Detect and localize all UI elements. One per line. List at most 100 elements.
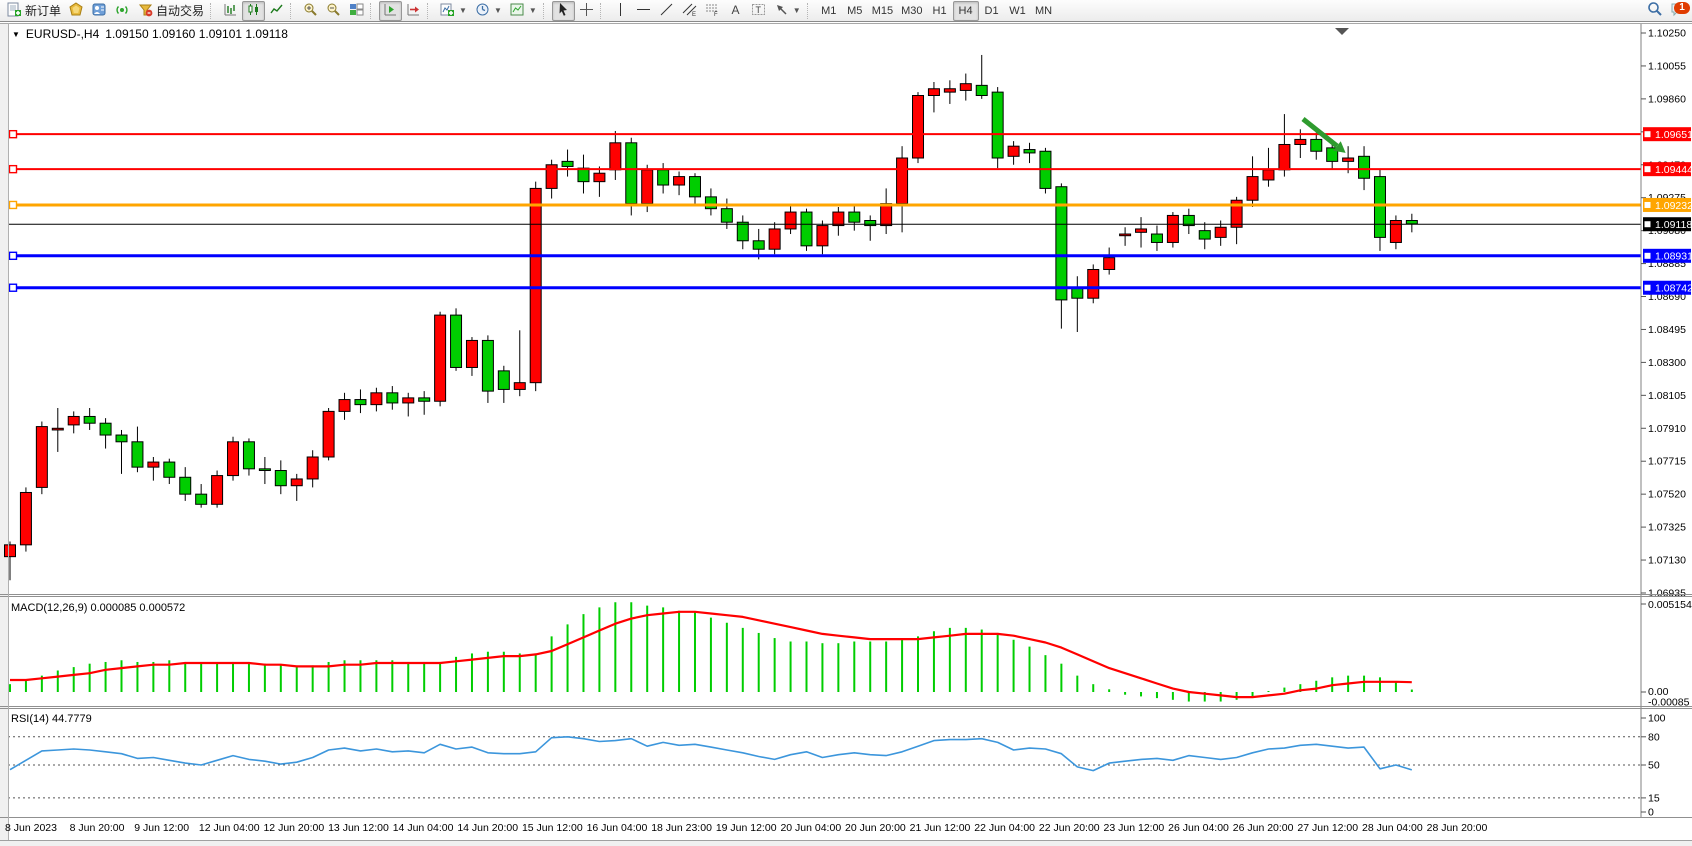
fibonacci-icon: F	[705, 2, 720, 20]
time-axis-label: 23 Jun 12:00	[1104, 822, 1165, 834]
timeframe-button-m1[interactable]: M1	[816, 1, 842, 21]
periods-button[interactable]: ▼	[471, 1, 506, 21]
indicators-icon	[440, 2, 455, 20]
timeframe-button-h4[interactable]: H4	[953, 1, 979, 21]
equidistant-channel-button[interactable]: E	[678, 1, 701, 21]
timeframe-button-d1[interactable]: D1	[979, 1, 1005, 21]
chevron-down-icon: ▼	[529, 6, 537, 15]
chevron-down-icon: ▼	[459, 6, 467, 15]
vertical-line-button[interactable]	[609, 1, 632, 21]
candle-body	[1343, 158, 1354, 161]
time-axis-label: 16 Jun 04:00	[587, 822, 648, 834]
time-axis-label: 26 Jun 04:00	[1168, 822, 1229, 834]
new-order-button[interactable]: 新订单	[3, 1, 65, 21]
zoom-in-icon	[303, 2, 318, 20]
toolbar-separator	[427, 3, 432, 19]
candle-body	[801, 212, 812, 246]
time-axis-label: 22 Jun 04:00	[974, 822, 1035, 834]
candle-body	[243, 442, 254, 469]
signals-button[interactable]	[111, 1, 134, 21]
symbol-dropdown-icon[interactable]: ▼	[12, 30, 20, 39]
auto-scroll-button[interactable]	[379, 1, 402, 21]
candle-body	[212, 476, 223, 505]
indicators-button[interactable]: ▼	[436, 1, 471, 21]
timeframe-toolbar: M1M5M15M30H1H4D1W1MN	[816, 1, 1057, 21]
channel-icon: E	[682, 2, 697, 20]
chart-canvas[interactable]: 1.102501.100551.098601.096651.094701.092…	[0, 23, 1692, 846]
rsi-scale-label: 50	[1648, 760, 1660, 772]
time-axis-label: 14 Jun 04:00	[393, 822, 454, 834]
price-tick-label: 1.09860	[1648, 93, 1686, 105]
timeframe-button-w1[interactable]: W1	[1005, 1, 1031, 21]
chevron-down-icon: ▼	[793, 6, 801, 15]
zoom-out-button[interactable]	[322, 1, 345, 21]
timeframe-button-m30[interactable]: M30	[897, 1, 926, 21]
svg-text:T: T	[755, 5, 761, 15]
chevron-down-icon: ▼	[494, 6, 502, 15]
candle-body	[482, 340, 493, 391]
time-axis-label: 12 Jun 04:00	[199, 822, 260, 834]
line-chart-icon	[269, 2, 284, 20]
timeframe-button-mn[interactable]: MN	[1031, 1, 1057, 21]
candle-body	[36, 427, 47, 488]
cursor-button[interactable]	[552, 1, 575, 21]
horizontal-line-button[interactable]	[632, 1, 655, 21]
clock-icon	[475, 2, 490, 20]
text-button[interactable]: A	[724, 1, 747, 21]
new-order-icon	[7, 2, 22, 20]
candle-body	[1008, 146, 1019, 156]
candle-body	[737, 222, 748, 241]
time-axis-label: 8 Jun 2023	[5, 822, 57, 834]
timeframe-button-m5[interactable]: M5	[842, 1, 868, 21]
svg-text:F: F	[714, 12, 718, 17]
data-window-button[interactable]	[88, 1, 111, 21]
new-order-label: 新订单	[25, 2, 61, 19]
chart-header: ▼ EURUSD-,H4 1.09150 1.09160 1.09101 1.0…	[12, 27, 288, 41]
candle-body	[1359, 156, 1370, 178]
price-label-text: 1.09651	[1655, 129, 1692, 141]
search-button[interactable]	[1643, 1, 1667, 21]
candle-body	[84, 416, 95, 423]
candle-body	[865, 221, 876, 226]
arrow-objects-icon	[774, 2, 789, 20]
candle-body	[371, 393, 382, 405]
notifications-button[interactable]: 1	[1667, 1, 1689, 21]
trendline-button[interactable]	[655, 1, 678, 21]
svg-text:A: A	[731, 3, 739, 17]
bar-chart-icon	[223, 2, 238, 20]
candle-body	[928, 89, 939, 96]
candle-body	[20, 492, 31, 544]
chart-shift-button[interactable]	[402, 1, 425, 21]
arrows-button[interactable]: ▼	[770, 1, 805, 21]
candle-body	[419, 398, 430, 401]
fibonacci-button[interactable]: F	[701, 1, 724, 21]
candle-body	[323, 411, 334, 457]
bar-chart-button[interactable]	[219, 1, 242, 21]
templates-button[interactable]: ▼	[506, 1, 541, 21]
candle-body	[610, 143, 621, 170]
gold-seal-icon	[69, 2, 84, 20]
timeframe-button-m15[interactable]: M15	[868, 1, 897, 21]
candlestick-chart-button[interactable]	[242, 1, 265, 21]
text-label-icon: T	[751, 2, 766, 20]
zoom-in-button[interactable]	[299, 1, 322, 21]
mql-badge-button[interactable]	[65, 1, 88, 21]
crosshair-button[interactable]	[575, 1, 598, 21]
chart-area[interactable]: 1.102501.100551.098601.096651.094701.092…	[0, 23, 1692, 846]
candle-body	[403, 398, 414, 403]
auto-trading-button[interactable]: 自动交易	[134, 1, 208, 21]
time-axis-label: 14 Jun 20:00	[457, 822, 518, 834]
tile-windows-button[interactable]	[345, 1, 368, 21]
auto-scroll-icon	[383, 2, 398, 20]
line-chart-button[interactable]	[265, 1, 288, 21]
candle-body	[1295, 139, 1306, 144]
text-label-button[interactable]: T	[747, 1, 770, 21]
candle-body	[1215, 227, 1226, 237]
time-axis-label: 18 Jun 23:00	[651, 822, 712, 834]
timeframe-button-h1[interactable]: H1	[927, 1, 953, 21]
candle-body	[1136, 229, 1147, 232]
time-axis-label: 28 Jun 04:00	[1362, 822, 1423, 834]
candle-body	[913, 96, 924, 159]
candle-body	[594, 173, 605, 181]
line-anchor	[10, 252, 17, 259]
